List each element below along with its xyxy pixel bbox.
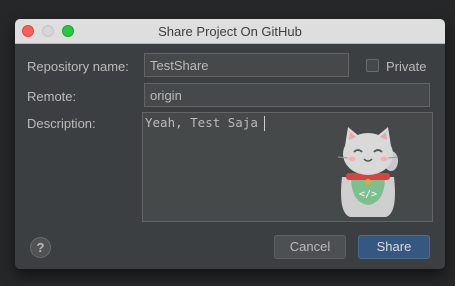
- lucky-cat-icon: </>: [337, 127, 399, 217]
- text-caret: [264, 116, 265, 131]
- title-bar: Share Project On GitHub: [15, 19, 445, 44]
- window-title: Share Project On GitHub: [158, 24, 302, 39]
- repository-name-input[interactable]: TestShare: [144, 53, 349, 77]
- repository-name-label: Repository name:: [27, 59, 129, 74]
- description-text: Yeah, Test Saja: [145, 115, 258, 130]
- cancel-button[interactable]: Cancel: [274, 235, 346, 259]
- help-icon: ?: [36, 240, 45, 255]
- private-checkbox[interactable]: [366, 59, 379, 72]
- remote-input[interactable]: origin: [144, 83, 430, 107]
- svg-text:</>: </>: [359, 189, 377, 200]
- share-project-dialog: Share Project On GitHub Repository name:…: [15, 19, 445, 269]
- description-label: Description:: [27, 116, 96, 131]
- description-textarea[interactable]: Yeah, Test Saja </>: [142, 112, 433, 222]
- share-button[interactable]: Share: [358, 235, 430, 259]
- help-button[interactable]: ?: [30, 237, 51, 258]
- remote-label: Remote:: [27, 89, 77, 104]
- private-label[interactable]: Private: [386, 59, 426, 74]
